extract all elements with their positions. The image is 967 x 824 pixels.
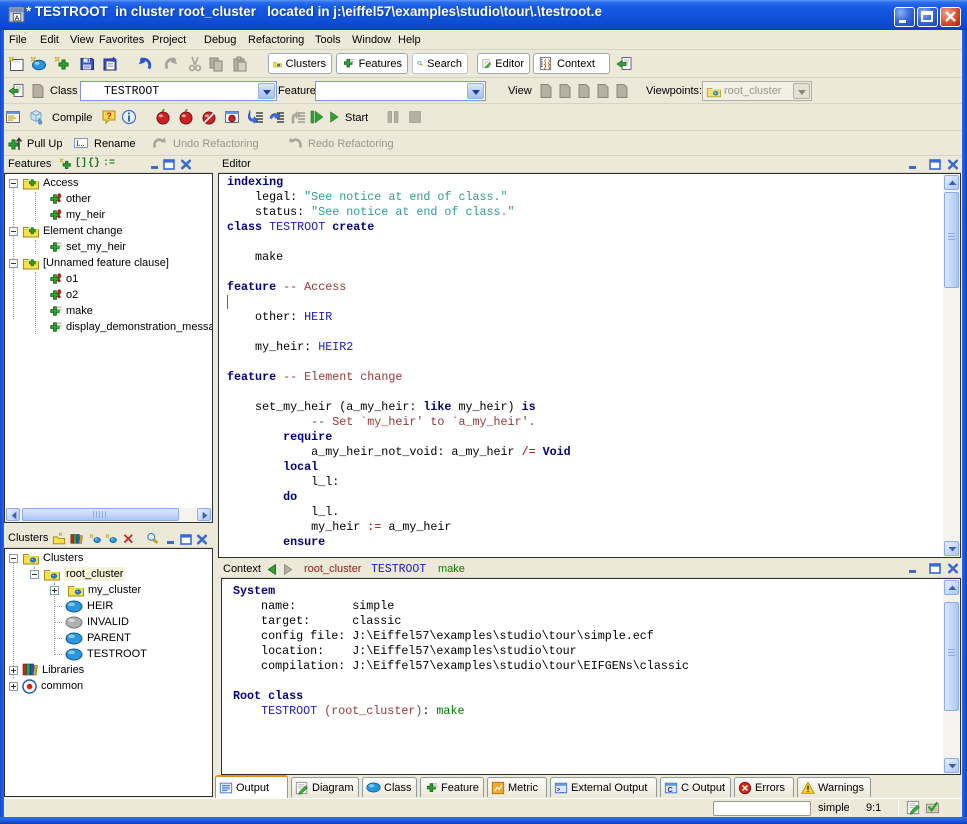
svg-text:A: A: [15, 15, 20, 22]
